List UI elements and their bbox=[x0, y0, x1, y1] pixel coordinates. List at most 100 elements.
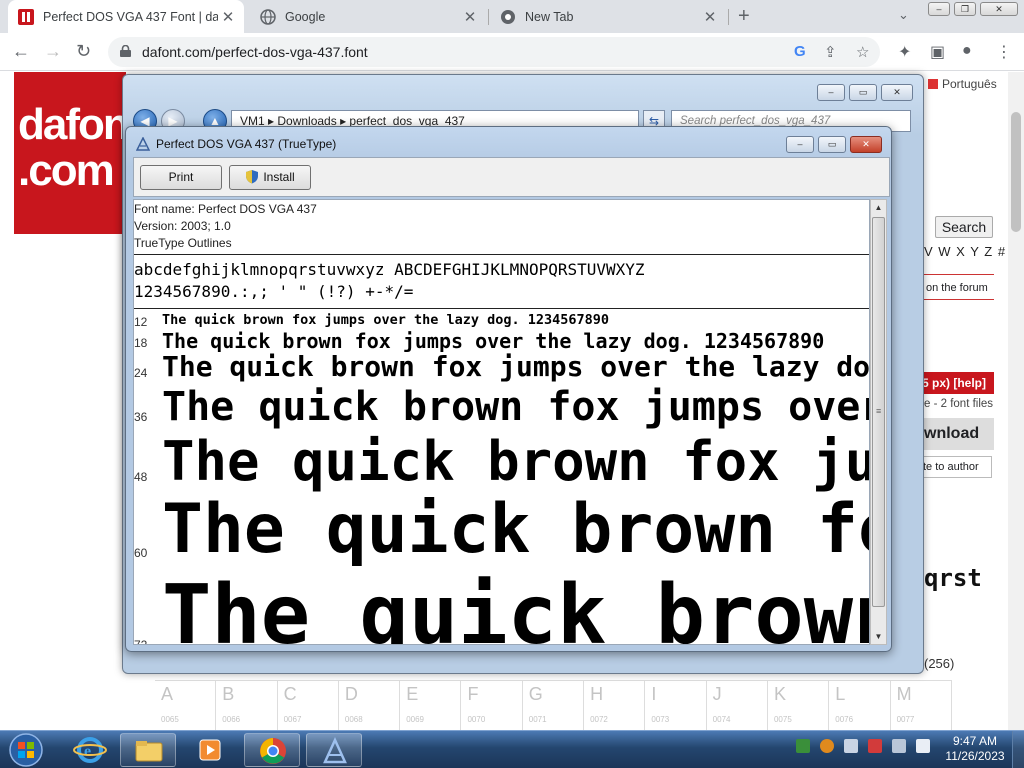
font-files-text: e - 2 font files bbox=[924, 398, 994, 410]
portugal-flag-icon bbox=[928, 79, 938, 89]
glyph-cell: C 0067 bbox=[278, 681, 339, 731]
browser-tab-strip: Perfect DOS VGA 437 Font | dafont.com ✕ … bbox=[0, 0, 1024, 33]
extensions-puzzle-icon[interactable]: ✦ bbox=[898, 42, 911, 62]
reload-icon[interactable]: ↻ bbox=[76, 41, 91, 62]
forward-arrow-icon[interactable]: → bbox=[44, 41, 62, 62]
sample-size-label: 60 bbox=[134, 546, 148, 560]
clock-date: 11/26/2023 bbox=[945, 749, 1005, 763]
viewer-close-icon[interactable]: ✕ bbox=[850, 136, 882, 153]
restore-icon[interactable]: ❐ bbox=[954, 2, 976, 16]
install-label: Install bbox=[263, 170, 295, 184]
page-scrollbar[interactable] bbox=[1008, 72, 1024, 730]
glyph-code: 0070 bbox=[467, 715, 486, 724]
print-button[interactable]: Print bbox=[140, 165, 222, 190]
glyph-cell: F 0070 bbox=[461, 681, 523, 731]
security-tray-icon[interactable] bbox=[868, 739, 882, 753]
glyph-char: G bbox=[528, 684, 543, 704]
chrome-menu-icon[interactable]: ⋮ bbox=[996, 42, 1012, 62]
glyph-char: K bbox=[773, 684, 786, 704]
glyph-code: 0065 bbox=[161, 715, 179, 724]
close-tab-icon[interactable]: ✕ bbox=[218, 8, 238, 26]
start-button-windows-icon[interactable] bbox=[4, 732, 48, 768]
explorer-minimize-icon[interactable]: – bbox=[817, 84, 845, 101]
google-translate-icon[interactable]: G bbox=[794, 43, 806, 60]
action-center-flag-icon[interactable] bbox=[844, 739, 858, 753]
language-link[interactable]: Português bbox=[928, 77, 997, 91]
viewer-scrollbar-thumb[interactable]: ≡ bbox=[872, 217, 885, 607]
media-player-icon[interactable] bbox=[182, 733, 238, 767]
search-tray-icon[interactable] bbox=[820, 739, 834, 753]
sample-text: The quick brown fox jumps over the lazy … bbox=[162, 312, 610, 328]
chrome-taskbar-icon[interactable] bbox=[244, 733, 300, 767]
search-button[interactable]: Search bbox=[935, 216, 993, 238]
share-icon[interactable]: ⇪ bbox=[824, 43, 837, 61]
font-name: Font name: Perfect DOS VGA 437 bbox=[134, 202, 317, 216]
install-button[interactable]: Install bbox=[229, 165, 311, 190]
glyph-cell: E 0069 bbox=[400, 681, 462, 731]
glyph-code: 0066 bbox=[222, 715, 241, 724]
display-tray-icon[interactable] bbox=[892, 739, 906, 753]
file-explorer-icon[interactable] bbox=[120, 733, 176, 767]
globe-icon bbox=[260, 8, 276, 25]
close-window-icon[interactable]: ✕ bbox=[980, 2, 1018, 16]
glyph-cell: I 0073 bbox=[645, 681, 707, 731]
browser-toolbar: ← → ↻ dafont.com/perfect-dos-vga-437.fon… bbox=[0, 33, 1024, 71]
close-tab-icon[interactable]: ✕ bbox=[460, 8, 480, 26]
glyph-code: 0077 bbox=[896, 715, 915, 724]
glyph-table: A 0065 B 0066 C 0067 D 0068 E 0069 F 0070 G 0071 H 0072… bbox=[155, 680, 952, 731]
bookmark-star-icon[interactable]: ☆ bbox=[856, 43, 869, 61]
close-tab-icon[interactable]: ✕ bbox=[700, 8, 720, 26]
side-panel-icon[interactable]: ▣ bbox=[930, 42, 945, 62]
profile-avatar-icon[interactable]: ● bbox=[962, 42, 972, 60]
glyph-cell: K 0075 bbox=[768, 681, 830, 731]
glyph-char: I bbox=[651, 684, 657, 704]
viewer-maximize-icon[interactable]: ▭ bbox=[818, 136, 846, 153]
scroll-down-arrow-icon[interactable]: ▼ bbox=[871, 629, 886, 644]
page-scrollbar-thumb[interactable] bbox=[1011, 112, 1021, 232]
glyph-code: 0073 bbox=[651, 715, 670, 724]
glyph-char: M bbox=[896, 684, 912, 704]
viewer-scrollbar[interactable]: ▲ ≡ ▼ bbox=[870, 199, 887, 645]
network-tray-icon[interactable] bbox=[796, 739, 810, 753]
forum-link[interactable]: on the forum bbox=[922, 274, 994, 300]
window-title: Perfect DOS VGA 437 (TrueType) bbox=[156, 137, 337, 151]
alphabet-nav[interactable]: V W X Y Z # bbox=[924, 244, 1006, 259]
viewer-minimize-icon[interactable]: – bbox=[786, 136, 814, 153]
back-arrow-icon[interactable]: ← bbox=[12, 41, 30, 62]
font-preview-area: Font name: Perfect DOS VGA 437 Version: … bbox=[133, 199, 870, 645]
tab-dafont[interactable]: Perfect DOS VGA 437 Font | dafont.com ✕ bbox=[8, 0, 244, 33]
glyph-code: 0075 bbox=[773, 715, 792, 724]
help-bar[interactable]: 5 px) [help] bbox=[920, 372, 994, 394]
dafont-logo[interactable]: dafont .com bbox=[14, 72, 126, 234]
download-button[interactable]: wnload bbox=[920, 418, 994, 450]
glyph-char: F bbox=[467, 684, 479, 704]
tab-title: New Tab bbox=[525, 9, 574, 24]
clock-time: 9:47 AM bbox=[952, 734, 998, 748]
system-clock[interactable]: 9:47 AM 11/26/2023 bbox=[938, 734, 1012, 764]
address-bar[interactable]: dafont.com/perfect-dos-vga-437.font G ⇪ … bbox=[108, 37, 880, 67]
glyph-char: C bbox=[283, 684, 297, 704]
minimize-icon[interactable]: – bbox=[928, 2, 950, 16]
font-viewer-taskbar-icon[interactable] bbox=[306, 733, 362, 767]
explorer-close-icon[interactable]: ✕ bbox=[881, 84, 913, 101]
tab-title: Perfect DOS VGA 437 Font | dafont.com bbox=[43, 9, 218, 24]
tab-new-tab[interactable]: New Tab ✕ bbox=[490, 0, 726, 33]
glyph-cell: M 0077 bbox=[891, 681, 952, 731]
explorer-maximize-icon[interactable]: ▭ bbox=[849, 84, 877, 101]
tab-title: Google bbox=[285, 9, 326, 24]
volume-muted-icon[interactable] bbox=[916, 739, 930, 753]
glyph-code: 0076 bbox=[835, 715, 854, 724]
tab-search-chevron-icon[interactable]: ⌄ bbox=[898, 7, 909, 23]
glyph-char: A bbox=[161, 684, 174, 704]
glyph-cell: H 0072 bbox=[584, 681, 646, 731]
internet-explorer-icon[interactable]: e bbox=[62, 733, 118, 767]
note-to-author-button[interactable]: te to author bbox=[920, 456, 992, 478]
tab-divider bbox=[488, 9, 489, 25]
show-desktop-button[interactable] bbox=[1012, 731, 1024, 768]
language-label: Português bbox=[942, 77, 997, 91]
new-tab-plus-icon[interactable]: + bbox=[738, 5, 750, 28]
character-count: (256) bbox=[924, 656, 955, 671]
glyph-cell: A 0065 bbox=[155, 681, 217, 731]
tab-google[interactable]: Google ✕ bbox=[250, 0, 486, 33]
scroll-up-arrow-icon[interactable]: ▲ bbox=[871, 200, 886, 215]
